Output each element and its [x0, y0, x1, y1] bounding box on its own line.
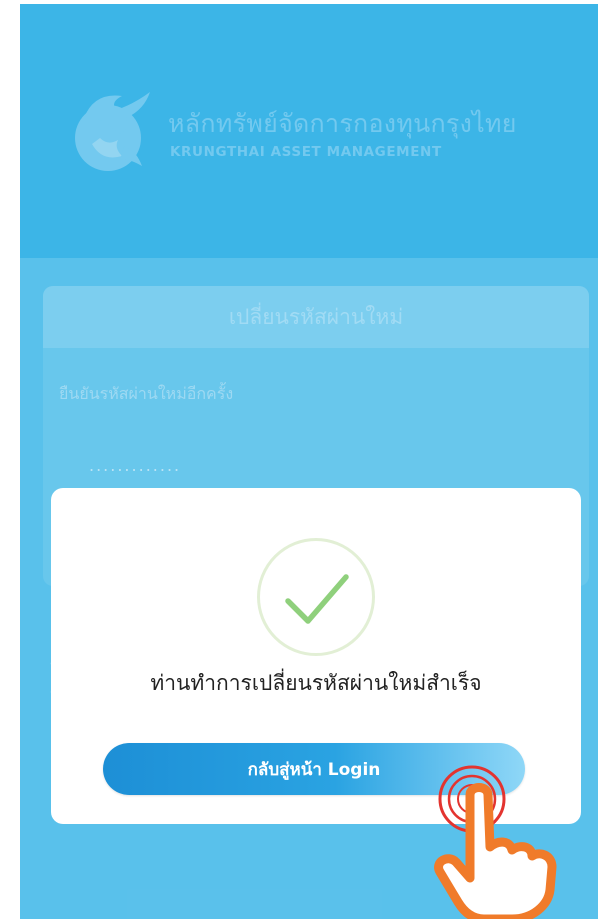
- success-check-circle: [257, 538, 375, 656]
- success-message: ท่านทำการเปลี่ยนรหัสผ่านใหม่สำเร็จ: [150, 671, 482, 695]
- tap-hand-icon: [434, 765, 557, 919]
- check-icon: [285, 574, 349, 624]
